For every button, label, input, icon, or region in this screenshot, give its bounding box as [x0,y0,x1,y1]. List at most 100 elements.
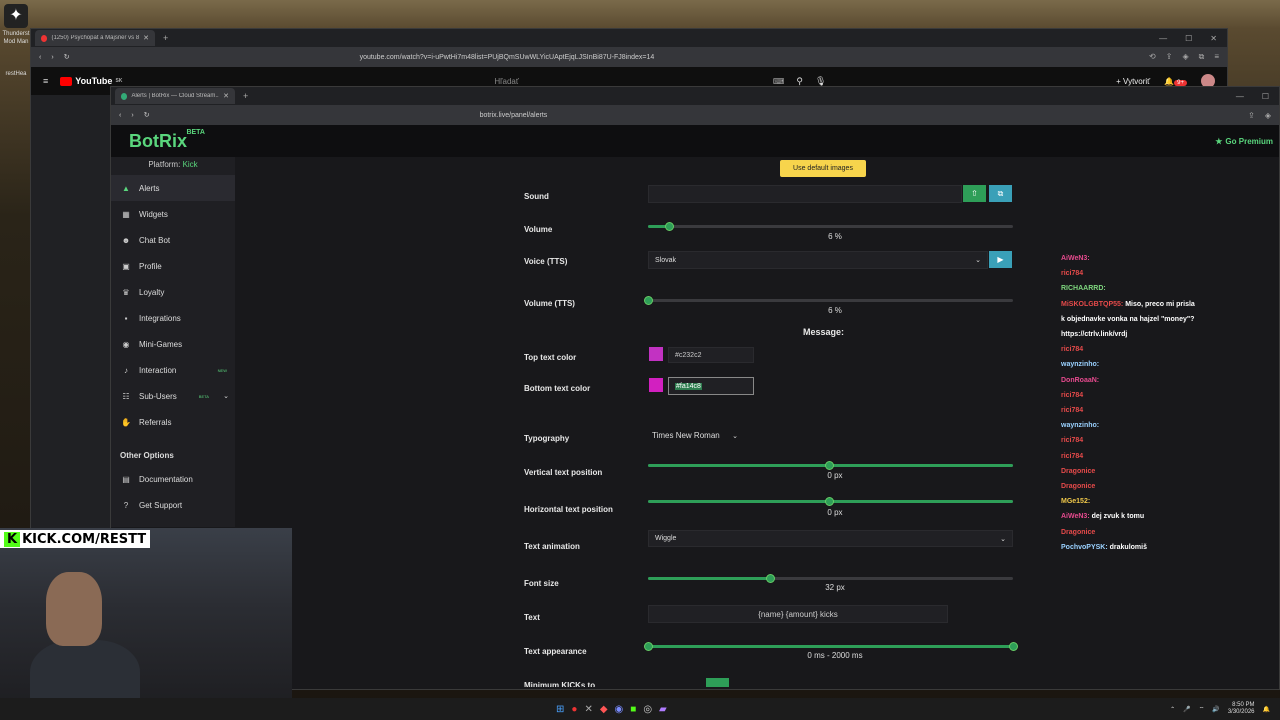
top-color-swatch[interactable] [649,347,663,361]
keyboard-icon[interactable]: ⌨ [773,77,785,86]
text-appearance-slider[interactable] [644,642,1018,651]
desktop-icon-label-1[interactable]: Thunderst [2,30,30,38]
font-size-thumb[interactable] [766,574,775,583]
microphone-icon[interactable]: 🎙 [815,76,826,87]
back-nav-icon[interactable]: ‹ [39,54,41,61]
back-tab[interactable]: (1250) Psychopat a Majsner vs 8... ✕ [35,30,155,46]
horizontal-position-thumb[interactable] [825,497,834,506]
chat-username[interactable]: rici784 [1061,392,1083,399]
botrix-logo[interactable]: BotRix BETA [129,129,205,152]
library-button[interactable]: ⧉ [989,185,1012,202]
play-tts-button[interactable]: ▶ [989,251,1012,268]
chat-username[interactable]: Dragonice [1061,468,1095,475]
chat-username[interactable]: DonRoaaN: [1061,377,1099,384]
back-nav-icon[interactable]: ‹ [119,112,121,119]
chat-username[interactable]: MGe152: [1061,498,1090,505]
sound-field[interactable] [648,185,962,203]
translate-icon[interactable]: ⟲ [1149,52,1156,62]
chat-username[interactable]: AiWeN3: [1061,513,1090,520]
sidebar-item-get-support[interactable]: ? Get Support [111,492,235,518]
minimize-icon[interactable]: — [1159,34,1167,43]
text-input[interactable]: {name} {amount} kicks [648,605,948,623]
brave-shield-icon[interactable]: ◈ [1182,52,1188,62]
mic-icon[interactable]: 🎤 [1183,706,1190,713]
front-tab[interactable]: Alerts | BotRix — Cloud Stream... ✕ [115,88,235,104]
add-button[interactable] [706,678,729,687]
bottom-color-input[interactable]: #fa14c8 [668,377,754,395]
chat-username[interactable]: waynzinho: [1061,361,1099,368]
desktop-icon-label-2[interactable]: Mod Man [2,38,30,46]
chat-username[interactable]: rici784 [1061,346,1083,353]
reload-icon[interactable]: ↻ [144,111,150,119]
notifications-icon[interactable]: 🔔 9+ [1164,77,1187,86]
chat-username[interactable]: Dragonice [1061,483,1095,490]
share-icon[interactable]: ⇪ [1166,52,1173,62]
search-icon[interactable]: ⚲ [796,76,803,87]
windows-start-icon[interactable]: ⊞ [556,704,564,715]
sidebar-item-referrals[interactable]: ✋ Referrals [111,409,235,435]
chevron-down-icon[interactable]: ⌄ [223,392,229,400]
chevron-up-icon[interactable]: ⌃ [1170,706,1175,713]
desktop-icon-label-3[interactable]: restHea [2,70,30,78]
font-size-slider[interactable] [648,574,1013,583]
app-terminal-icon[interactable]: ✕ [584,704,592,715]
volume-icon[interactable]: 🔊 [1212,706,1219,713]
sidebar-item-widgets[interactable]: ▦ Widgets [111,201,235,227]
close-window-icon[interactable]: ✕ [1210,34,1217,43]
sidebar-item-documentation[interactable]: ▤ Documentation [111,466,235,492]
app-pin-icon[interactable]: ● [571,704,577,715]
maximize-icon[interactable]: ☐ [1262,92,1269,101]
chat-username[interactable]: MiSKOLGBTQP55: [1061,301,1123,308]
voice-select[interactable]: Slovak ⌄ [648,251,988,269]
sidebar-item-alerts[interactable]: ▲ Alerts [111,175,235,201]
sidebar-item-chat-bot[interactable]: ☻ Chat Bot [111,227,235,253]
text-appearance-min-thumb[interactable] [644,642,653,651]
chat-username[interactable]: rici784 [1061,437,1083,444]
forward-nav-icon[interactable]: › [131,112,133,119]
app-icon[interactable]: ✦ [4,4,28,28]
use-default-images-button[interactable]: Use default images [780,160,866,177]
volume-slider[interactable] [648,222,1013,231]
sidebar-item-integrations[interactable]: ▪ Integrations [111,305,235,331]
chat-username[interactable]: waynzinho: [1061,422,1099,429]
wifi-icon[interactable]: ⌔ [1199,705,1205,713]
new-tab-icon[interactable]: + [163,33,168,43]
chat-username[interactable]: rici784 [1061,270,1083,277]
close-tab-icon[interactable]: ✕ [143,34,149,42]
hamburger-icon[interactable]: ≡ [43,76,48,86]
sidebar-item-sub-users[interactable]: ☷ Sub-Users BETA ⌄ [111,383,235,409]
text-appearance-max-thumb[interactable] [1009,642,1018,651]
twitch-icon[interactable]: ▰ [659,704,667,715]
share-icon[interactable]: ⇪ [1248,111,1255,120]
go-premium-button[interactable]: ★ Go Premium [1215,137,1273,146]
volume-tts-slider[interactable] [644,296,1013,305]
forward-nav-icon[interactable]: › [51,54,53,61]
chat-username[interactable]: rici784 [1061,453,1083,460]
volume-tts-slider-thumb[interactable] [644,296,653,305]
upload-button[interactable]: ⇧ [963,185,986,202]
chat-username[interactable]: RICHAARRD: [1061,285,1106,292]
chat-username[interactable]: rici784 [1061,407,1083,414]
desktop-icons[interactable]: ✦ Thunderst Mod Man restHea [2,4,30,88]
kick-icon[interactable]: ■ [630,704,636,715]
menu-icon[interactable]: ≡ [1214,52,1219,62]
front-url-field[interactable]: botrix.live/panel/alerts [460,108,980,122]
back-url-field[interactable]: youtube.com/watch?v=i-uPwtHi7m48list=PUj… [340,50,860,64]
text-animation-select[interactable]: Wiggle ⌄ [648,530,1013,547]
brave-icon[interactable]: ◆ [600,704,608,715]
sidebar-item-profile[interactable]: ▣ Profile [111,253,235,279]
new-tab-icon[interactable]: + [243,91,248,101]
minimize-icon[interactable]: — [1236,92,1244,101]
horizontal-position-slider[interactable] [648,497,1013,506]
sidebar-item-loyalty[interactable]: ♛ Loyalty [111,279,235,305]
notifications-icon[interactable]: 🔔 [1263,706,1270,713]
create-button[interactable]: + Vytvoriť [1116,77,1150,86]
chat-username[interactable]: PochvoPYSK: [1061,544,1108,551]
vertical-position-slider[interactable] [648,461,1013,470]
top-color-input[interactable]: #c232c2 [668,347,754,363]
extensions-icon[interactable]: ⧉ [1199,52,1205,62]
sidebar-item-interaction[interactable]: ♪ Interaction NEW [111,357,235,383]
typography-select[interactable]: Times New Roman ⌄ [646,427,744,444]
brave-shield-icon[interactable]: ◈ [1265,111,1271,120]
sidebar-item-mini-games[interactable]: ◉ Mini-Games [111,331,235,357]
